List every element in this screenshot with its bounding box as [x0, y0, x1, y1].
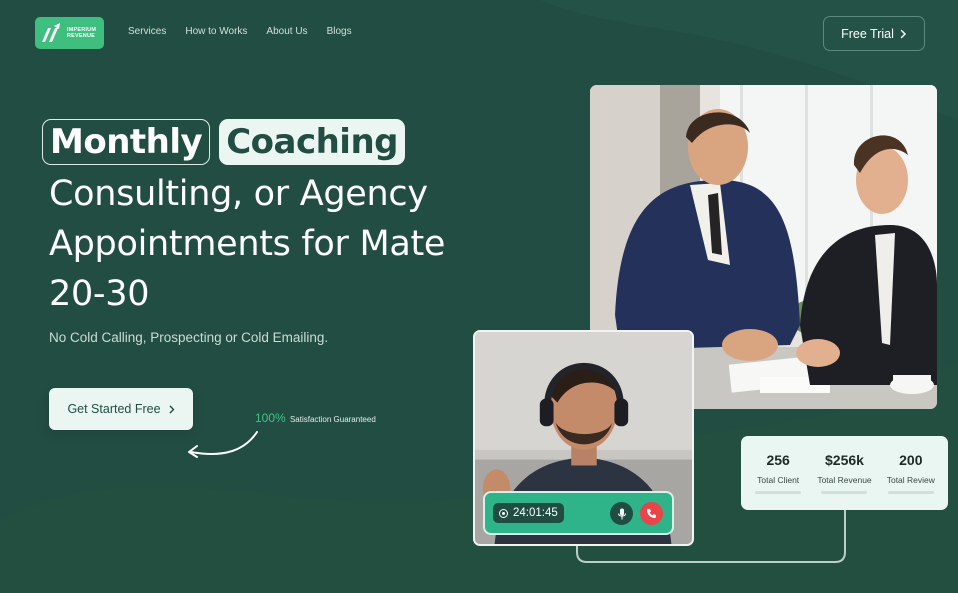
- stat-bar: [887, 491, 934, 494]
- logo-line-2: REVENUE: [67, 33, 95, 39]
- free-trial-label: Free Trial: [841, 26, 894, 41]
- hero-headline: Consulting, or Agency Appointments for M…: [49, 169, 499, 319]
- satisfaction-text: Satisfaction Guaranteed: [289, 415, 376, 424]
- satisfaction-note: 100% Satisfaction Guaranteed: [255, 411, 376, 425]
- stat-value: 200: [899, 452, 923, 468]
- logo-mark-icon: [42, 23, 60, 42]
- call-controls: 24:01:45: [483, 491, 674, 535]
- microphone-icon: [617, 508, 626, 519]
- headline-pill-monthly: Monthly: [42, 119, 211, 165]
- satisfaction-percent: 100%: [255, 411, 286, 425]
- stat-label: Total Revenue: [817, 475, 872, 485]
- nav-item-how-to-works[interactable]: How to Works: [185, 26, 247, 37]
- headline-pill-coaching: Coaching: [219, 119, 405, 165]
- record-icon: [499, 508, 508, 518]
- call-timer-value: 24:01:45: [513, 507, 558, 519]
- stat-total-review: 200 Total Review: [878, 452, 944, 510]
- stat-label: Total Review: [886, 475, 935, 485]
- main-nav: Services How to Works About Us Blogs: [128, 26, 371, 37]
- nav-item-about-us[interactable]: About Us: [266, 26, 307, 37]
- free-trial-button[interactable]: Free Trial: [823, 16, 925, 51]
- stat-total-revenue: $256k Total Revenue: [811, 452, 877, 510]
- stat-bar: [821, 491, 868, 494]
- stat-value: 256: [766, 452, 790, 468]
- get-started-button[interactable]: Get Started Free: [49, 388, 193, 430]
- headline-line-3: Appointments for Mate: [49, 224, 446, 264]
- brand-logo[interactable]: IMPERIUM REVENUE: [35, 17, 104, 49]
- call-timer: 24:01:45: [493, 503, 564, 523]
- end-call-button[interactable]: [640, 502, 663, 525]
- hero-headline-highlights: Monthly Coaching: [42, 119, 405, 165]
- headline-line-4: 20-30: [49, 274, 150, 314]
- chevron-right-icon: [900, 29, 906, 38]
- headline-line-2: Consulting, or Agency: [49, 174, 428, 214]
- stat-label: Total Client: [757, 475, 800, 485]
- phone-end-icon: [647, 509, 656, 518]
- nav-item-services[interactable]: Services: [128, 26, 166, 37]
- logo-text: IMPERIUM REVENUE: [67, 27, 96, 40]
- mic-button[interactable]: [610, 502, 633, 525]
- get-started-label: Get Started Free: [67, 402, 161, 416]
- chevron-right-icon: [169, 405, 175, 413]
- stat-total-client: 256 Total Client: [745, 452, 811, 510]
- stat-bar: [755, 491, 802, 494]
- nav-item-blogs[interactable]: Blogs: [327, 26, 352, 37]
- stat-value: $256k: [825, 452, 864, 468]
- stats-card: 256 Total Client $256k Total Revenue 200…: [741, 436, 948, 510]
- curved-arrow-icon: [188, 431, 258, 458]
- hero-subtitle: No Cold Calling, Prospecting or Cold Ema…: [49, 330, 329, 345]
